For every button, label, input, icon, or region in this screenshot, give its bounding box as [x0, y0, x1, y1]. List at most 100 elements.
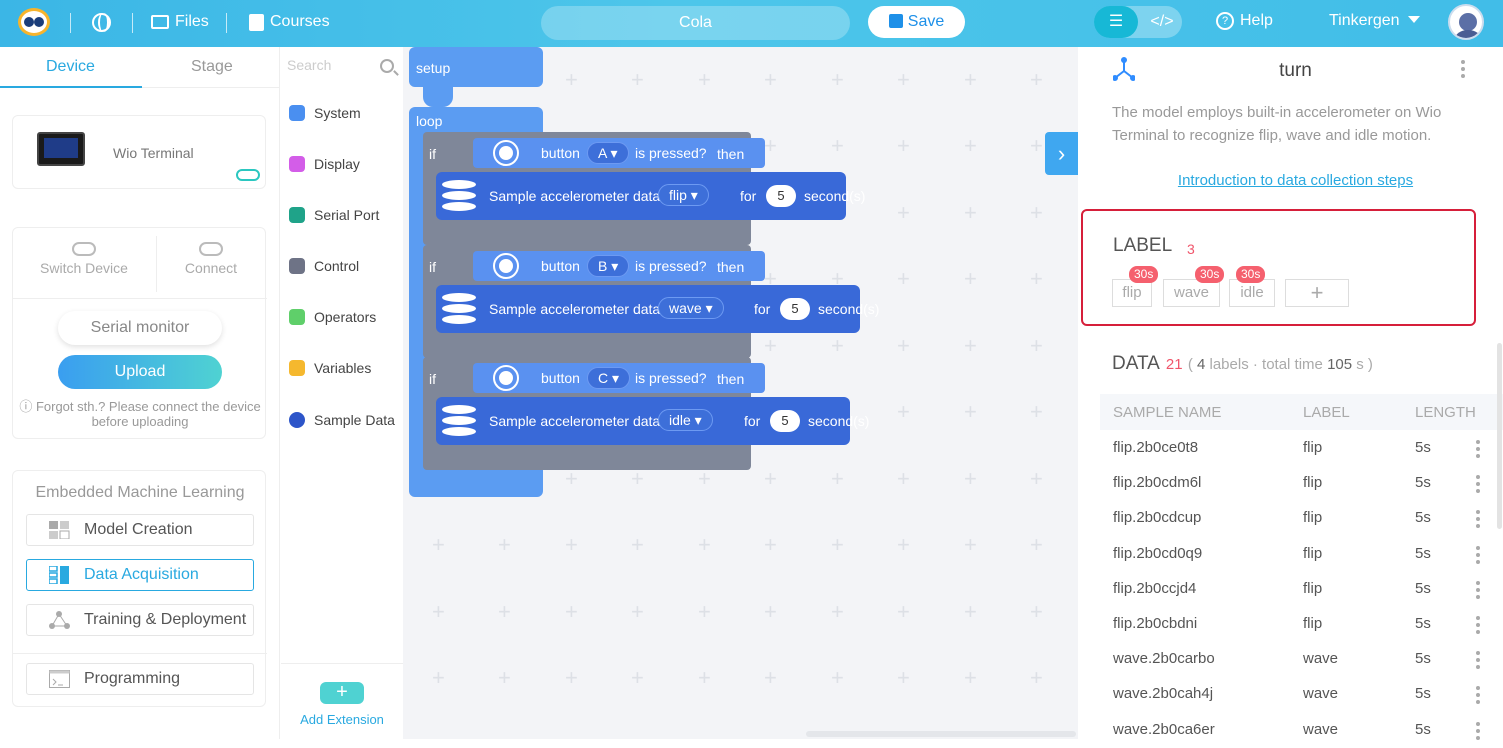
- row-more-icon[interactable]: [1476, 545, 1480, 564]
- grid-plus-mark: +: [631, 67, 644, 92]
- length-cell: 5s: [1415, 474, 1431, 492]
- row-more-icon[interactable]: [1476, 440, 1480, 458]
- table-row[interactable]: wave.2b0cah4j wave 5s: [1078, 677, 1503, 712]
- button-icon: [493, 365, 519, 391]
- grid-plus-mark: +: [1030, 399, 1043, 424]
- horizontal-scrollbar[interactable]: [806, 731, 1076, 737]
- add-label-button[interactable]: +: [1285, 279, 1349, 307]
- label-select[interactable]: wave ▾: [658, 297, 724, 319]
- table-row[interactable]: flip.2b0cdm6l flip 5s: [1078, 466, 1503, 501]
- globe-icon[interactable]: [92, 13, 111, 32]
- label-chip-wave[interactable]: wave 30s: [1163, 266, 1225, 307]
- intro-link[interactable]: Introduction to data collection steps: [1078, 172, 1503, 189]
- help-button[interactable]: ? Help: [1216, 12, 1273, 30]
- if-label: if: [429, 371, 436, 387]
- project-name-field[interactable]: Cola: [541, 6, 850, 40]
- link-icon[interactable]: [236, 169, 260, 181]
- row-more-icon[interactable]: [1476, 510, 1480, 529]
- avatar[interactable]: [1448, 4, 1484, 40]
- row-more-icon[interactable]: [1476, 686, 1480, 705]
- data-acquisition-button[interactable]: Data Acquisition: [26, 559, 254, 591]
- code-mode-icon[interactable]: </>: [1142, 6, 1182, 38]
- row-more-icon[interactable]: [1476, 475, 1480, 494]
- setup-label: setup: [416, 60, 451, 76]
- model-creation-button[interactable]: Model Creation: [26, 514, 254, 546]
- grid-plus-mark: +: [698, 532, 711, 557]
- grid-plus-mark: +: [565, 67, 578, 92]
- table-row[interactable]: flip.2b0cbdni flip 5s: [1078, 607, 1503, 642]
- category-variables[interactable]: Variables: [289, 360, 371, 376]
- button-select[interactable]: A ▾: [587, 142, 629, 164]
- label-chip-idle[interactable]: idle 30s: [1229, 266, 1275, 307]
- grid-plus-mark: +: [565, 532, 578, 557]
- sample-name-cell: flip.2b0cbdni: [1113, 615, 1198, 632]
- grid-plus-mark: +: [698, 466, 711, 491]
- tab-device[interactable]: Device: [46, 58, 95, 76]
- blocks-mode-icon[interactable]: ☰: [1094, 6, 1138, 38]
- category-system[interactable]: System: [289, 105, 361, 121]
- programming-button[interactable]: Programming: [26, 663, 254, 695]
- files-menu[interactable]: Files: [151, 12, 209, 32]
- row-more-icon[interactable]: [1476, 651, 1480, 670]
- row-more-icon[interactable]: [1476, 721, 1480, 740]
- vertical-scrollbar[interactable]: [1497, 343, 1502, 529]
- more-options-icon[interactable]: [1461, 60, 1465, 78]
- training-deployment-button[interactable]: Training & Deployment: [26, 604, 254, 636]
- category-serial-port[interactable]: Serial Port: [289, 207, 379, 223]
- category-operators[interactable]: Operators: [289, 309, 376, 325]
- category-control[interactable]: Control: [289, 258, 359, 274]
- mode-toggle[interactable]: ☰ </>: [1094, 6, 1182, 38]
- block-search-input[interactable]: Search: [287, 57, 331, 73]
- grid-plus-mark: +: [831, 333, 844, 358]
- search-icon[interactable]: [380, 59, 394, 73]
- block-workspace[interactable]: + + + + + + + + + + + + + + + + + + + + + + + + + + + + + + + + + + + + + + + +…: [403, 47, 1078, 739]
- terminal-icon: [49, 670, 70, 688]
- category-display[interactable]: Display: [289, 156, 360, 172]
- length-cell: 5s: [1415, 685, 1431, 703]
- serial-monitor-button[interactable]: Serial monitor: [58, 311, 222, 345]
- add-extension-button[interactable]: + Add Extension: [281, 663, 403, 739]
- user-name: Tinkergen: [1329, 12, 1400, 29]
- row-more-icon[interactable]: [1476, 616, 1480, 634]
- upload-button[interactable]: Upload: [58, 355, 222, 389]
- grid-plus-mark: +: [831, 133, 844, 158]
- seconds-input[interactable]: 5: [780, 298, 810, 320]
- row-more-icon[interactable]: [1476, 580, 1480, 599]
- length-cell: 5s: [1415, 650, 1431, 668]
- tab-stage[interactable]: Stage: [191, 58, 233, 76]
- button-select[interactable]: B ▾: [587, 255, 630, 277]
- table-row[interactable]: wave.2b0ca6er wave 5s: [1078, 713, 1503, 748]
- sample-data-block[interactable]: Sample accelerometer data idle ▾ for 5 s…: [436, 397, 869, 445]
- category-sample-data[interactable]: Sample Data: [289, 412, 395, 428]
- length-cell: 5s: [1415, 544, 1431, 562]
- label-select[interactable]: flip ▾: [658, 184, 709, 206]
- grid-plus-mark: +: [1030, 67, 1043, 92]
- device-card[interactable]: Wio Terminal: [12, 115, 266, 189]
- divider: [13, 653, 267, 654]
- switch-device-button[interactable]: Switch Device: [21, 228, 147, 298]
- courses-menu[interactable]: Courses: [249, 12, 330, 32]
- category-color-dot: [289, 309, 305, 325]
- table-row[interactable]: flip.2b0cd0q9 flip 5s: [1078, 537, 1503, 572]
- table-row[interactable]: flip.2b0ce0t8 flip 5s: [1078, 431, 1503, 466]
- table-row[interactable]: wave.2b0carbo wave 5s: [1078, 642, 1503, 677]
- save-button[interactable]: Save: [868, 6, 965, 38]
- seconds-input[interactable]: 5: [766, 185, 796, 207]
- table-row[interactable]: flip.2b0cdcup flip 5s: [1078, 501, 1503, 536]
- sample-data-block[interactable]: Sample accelerometer data flip ▾ for 5 s…: [436, 172, 865, 220]
- connect-button[interactable]: Connect: [148, 228, 274, 298]
- label-cell: flip: [1303, 509, 1323, 527]
- app-logo[interactable]: [18, 8, 50, 36]
- sample-data-block[interactable]: Sample accelerometer data wave ▾ for 5 s…: [436, 285, 879, 333]
- user-menu[interactable]: Tinkergen: [1329, 12, 1420, 30]
- seconds-input[interactable]: 5: [770, 410, 800, 432]
- category-color-dot: [289, 258, 305, 274]
- grid-plus-mark: +: [964, 67, 977, 92]
- button-select[interactable]: C ▾: [587, 367, 631, 389]
- table-row[interactable]: flip.2b0ccjd4 flip 5s: [1078, 572, 1503, 607]
- label-time-badge: 30s: [1195, 266, 1225, 283]
- label-select[interactable]: idle ▾: [658, 409, 713, 431]
- setup-block[interactable]: setup: [409, 47, 543, 87]
- label-chip-flip[interactable]: flip 30s: [1112, 266, 1159, 307]
- chevron-right-icon[interactable]: ›: [1045, 132, 1078, 175]
